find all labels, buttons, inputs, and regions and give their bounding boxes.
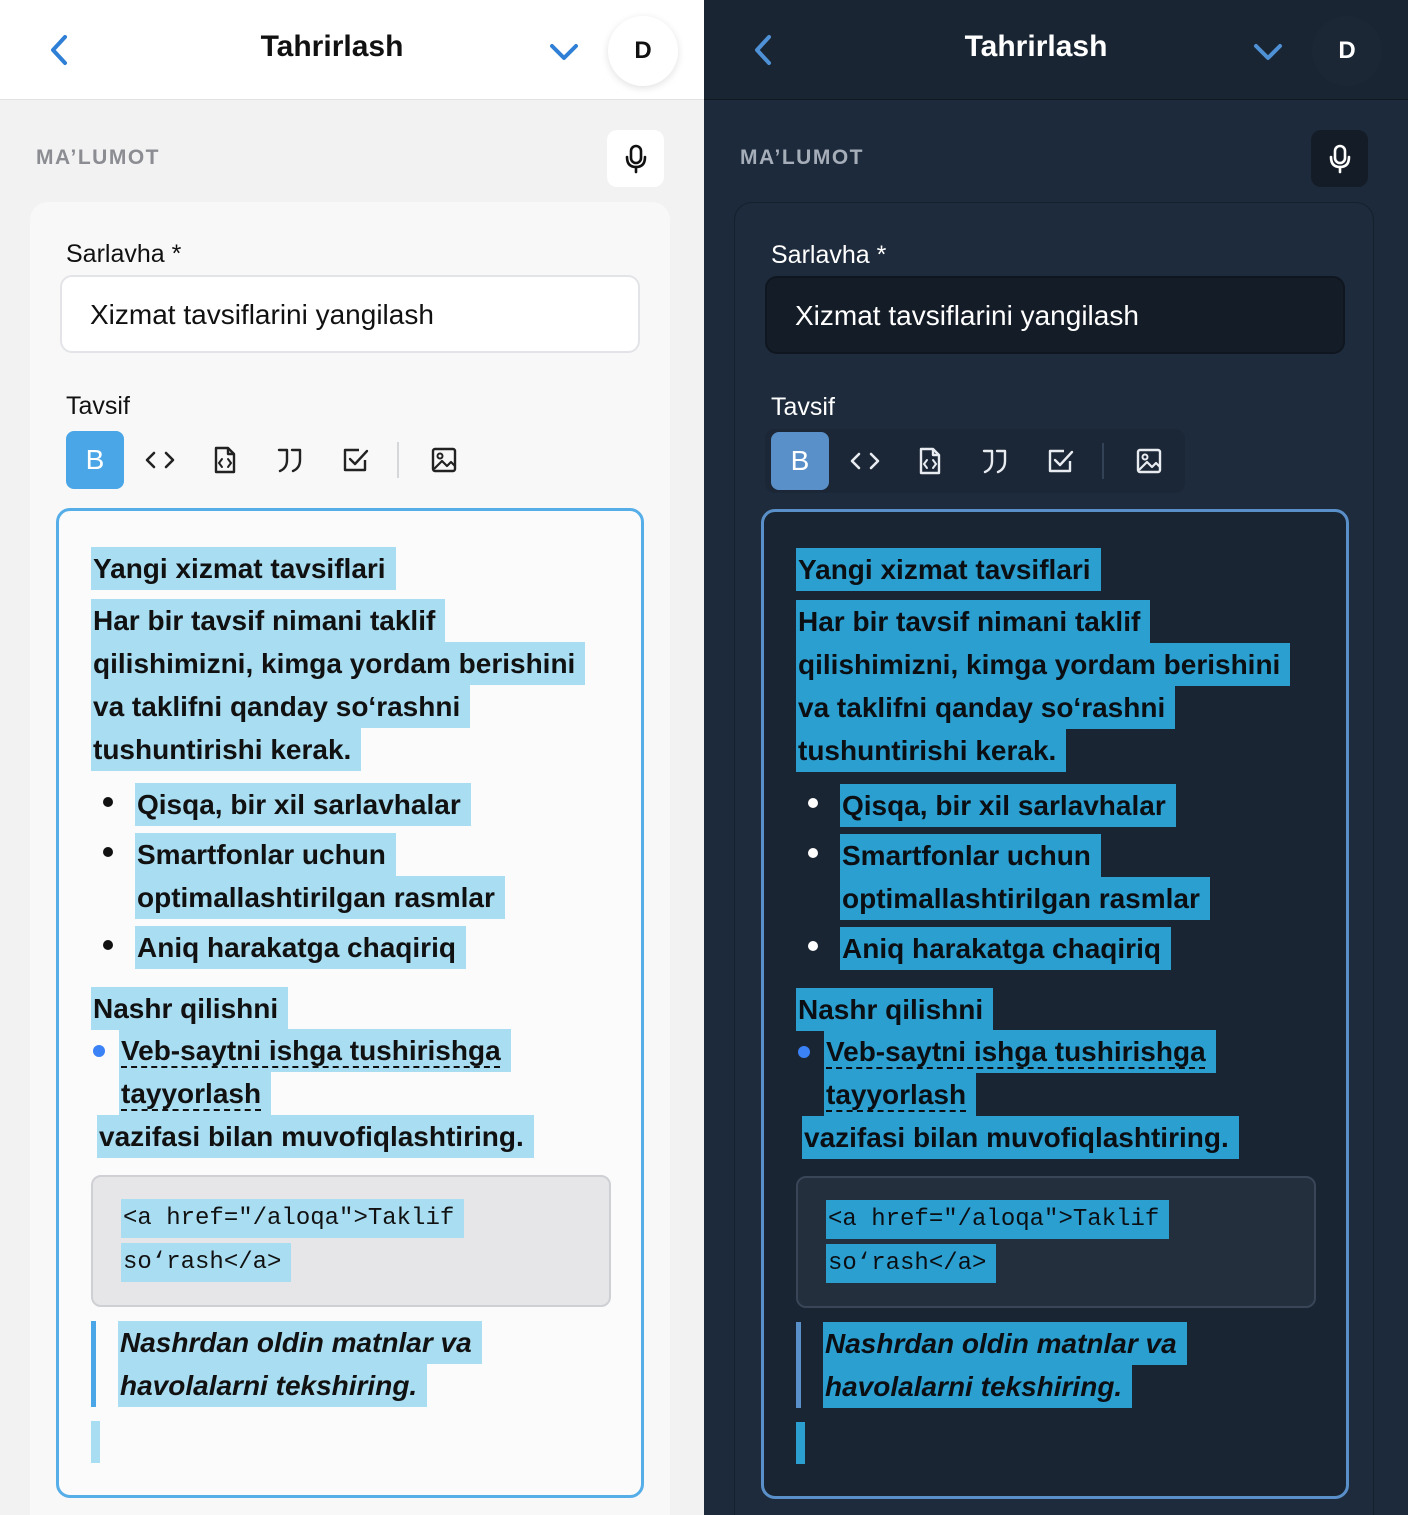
task-button[interactable] [1031,432,1089,490]
checkbox-icon [343,448,369,472]
list-item: Smartfonlar uchun optimallashtirilgan ra… [91,833,611,919]
task-item[interactable]: Veb-saytni ishga tushirishga tayyorlash [796,1030,1316,1116]
title-label: Sarlavha * [771,241,887,269]
editor-caret [796,1422,805,1464]
mic-icon [1329,144,1350,173]
editor-assign-text: vazifasi bilan muvofiqlashtiring. [97,1115,534,1158]
list-item: Smartfonlar uchun optimallashtirilgan ra… [796,834,1316,920]
code-file-icon [919,447,941,475]
code-block-button[interactable] [901,432,959,490]
mic-button[interactable] [607,130,664,187]
rich-text-editor[interactable]: Yangi xizmat tavsiflari Har bir tavsif n… [761,509,1349,1499]
inline-code-button[interactable] [131,431,189,489]
rich-text-editor[interactable]: Yangi xizmat tavsiflari Har bir tavsif n… [56,508,644,1498]
editor-heading: Yangi xizmat tavsiflari [91,547,396,590]
avatar[interactable]: D [608,16,678,86]
toolbar-separator [397,442,399,478]
editor-paragraph: Har bir tavsif nimani taklif qilishimizn… [796,600,1291,772]
blockquote: Nashrdan oldin matnlar va havolalarni te… [91,1321,611,1407]
bold-icon: B [790,445,810,476]
task-item[interactable]: Veb-saytni ishga tushirishga tayyorlash [91,1029,611,1115]
image-icon [1136,448,1162,474]
dropdown-button[interactable] [1252,40,1284,64]
bullet-list: Qisqa, bir xil sarlavhalar Smartfonlar u… [91,783,611,976]
bullet-list: Qisqa, bir xil sarlavhalar Smartfonlar u… [796,784,1316,977]
list-item: Aniq harakatga chaqiriq [91,926,611,969]
dropdown-button[interactable] [548,40,580,64]
light-panel: Tahrirlash D MA’LUMOT Sarlavha * Xizmat … [0,0,704,1515]
image-button[interactable] [415,431,473,489]
inline-code-button[interactable] [836,432,894,490]
image-button[interactable] [1120,432,1178,490]
quote-button[interactable] [966,432,1024,490]
avatar[interactable]: D [1312,16,1382,86]
toolbar-separator [1102,443,1104,479]
editor-assign-text: vazifasi bilan muvofiqlashtiring. [802,1116,1239,1159]
description-label: Tavsif [66,392,130,420]
editor-publish-text: Nashr qilishni [796,988,994,1031]
code-icon [145,451,175,469]
section-label: MA’LUMOT [36,146,160,169]
chevron-down-icon [1254,44,1282,60]
editor-caret [91,1421,100,1463]
code-block: <a href="/aloqa">Taklif so‘rash</a> [91,1175,611,1307]
image-icon [431,447,457,473]
header: Tahrirlash D [0,0,704,100]
dark-panel: Tahrirlash D MA’LUMOT Sarlavha * Xizmat … [704,0,1408,1515]
code-block-button[interactable] [196,431,254,489]
title-label: Sarlavha * [66,240,182,268]
title-input[interactable]: Xizmat tavsiflarini yangilash [60,275,640,353]
bold-button[interactable]: B [66,431,124,489]
chevron-down-icon [550,44,578,60]
mic-icon [625,144,646,173]
list-item: Aniq harakatga chaqiriq [796,927,1316,970]
checkbox-icon [1048,449,1074,473]
quote-icon [277,448,302,473]
quote-icon [982,449,1007,474]
bold-icon: B [85,444,105,475]
quote-button[interactable] [261,431,319,489]
list-item: Qisqa, bir xil sarlavhalar [796,784,1316,827]
title-input[interactable]: Xizmat tavsiflarini yangilash [765,276,1345,354]
editor-toolbar: B [60,428,480,492]
code-file-icon [214,446,236,474]
code-block: <a href="/aloqa">Taklif so‘rash</a> [796,1176,1316,1308]
form-card: Sarlavha * Xizmat tavsiflarini yangilash… [734,202,1374,1515]
form-card: Sarlavha * Xizmat tavsiflarini yangilash… [30,202,670,1515]
editor-publish-text: Nashr qilishni [91,987,289,1030]
header: Tahrirlash D [704,0,1408,100]
list-item: Qisqa, bir xil sarlavhalar [91,783,611,826]
code-text: <a href="/aloqa">Taklif so‘rash</a> [121,1199,465,1282]
blockquote: Nashrdan oldin matnlar va havolalarni te… [796,1322,1316,1408]
task-dot-icon [93,1045,105,1057]
editor-paragraph: Har bir tavsif nimani taklif qilishimizn… [91,599,586,771]
code-text: <a href="/aloqa">Taklif so‘rash</a> [826,1200,1170,1283]
task-dot-icon [798,1046,810,1058]
section-label: MA’LUMOT [740,146,864,169]
mic-button[interactable] [1311,130,1368,187]
bold-button[interactable]: B [771,432,829,490]
task-button[interactable] [326,431,384,489]
editor-toolbar: B [765,429,1185,493]
editor-heading: Yangi xizmat tavsiflari [796,548,1101,591]
description-label: Tavsif [771,393,835,421]
code-icon [850,452,880,470]
